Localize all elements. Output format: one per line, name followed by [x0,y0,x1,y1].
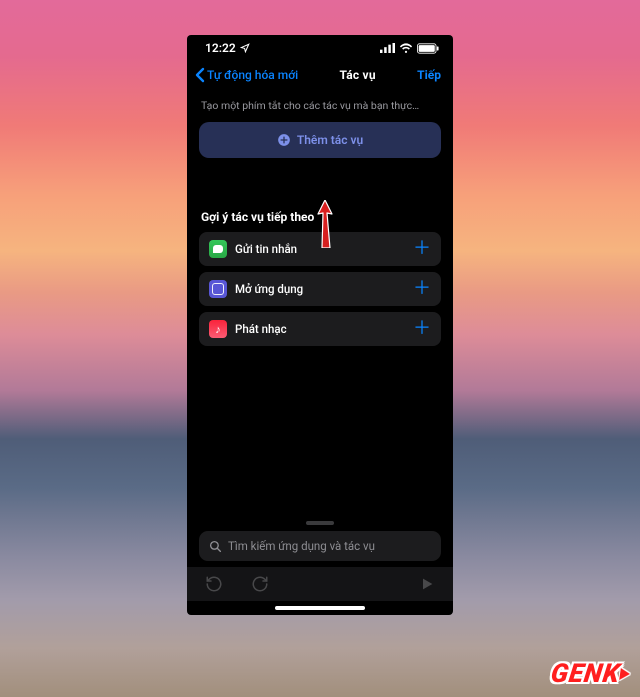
suggestion-item-play-music[interactable]: Phát nhạc ＋ [199,312,441,346]
chevron-left-icon [195,67,205,83]
add-icon: ＋ [413,320,431,338]
plus-circle-icon [277,133,291,147]
search-icon [209,540,222,553]
add-icon: ＋ [413,280,431,298]
undo-icon[interactable] [205,575,223,593]
search-field[interactable] [199,531,441,561]
wifi-icon [399,43,413,53]
music-icon [209,320,227,338]
back-label: Tự động hóa mới [207,68,298,82]
hint-text: Tạo một phím tắt cho các tác vụ mà bạn t… [201,99,441,112]
add-action-label: Thêm tác vụ [297,133,363,147]
status-time: 12:22 [205,41,236,55]
play-icon[interactable] [419,576,435,592]
sheet-grabber[interactable] [306,521,334,525]
next-button[interactable]: Tiếp [417,68,441,82]
battery-icon [417,43,439,54]
home-indicator[interactable] [275,606,365,610]
phone-frame: 12:22 Tự động hóa mới Tác vụ Tiếp Tạo mộ… [187,35,453,615]
watermark: GENK [549,659,632,689]
watermark-text: GENK [549,659,622,689]
add-action-button[interactable]: Thêm tác vụ [199,122,441,158]
nav-title: Tác vụ [340,68,376,82]
messages-icon [209,240,227,258]
bottom-toolbar [187,567,453,601]
location-icon [240,43,250,53]
back-button[interactable]: Tự động hóa mới [195,67,298,83]
suggestions-title: Gợi ý tác vụ tiếp theo [201,210,441,224]
suggestion-label: Gửi tin nhắn [235,242,405,256]
signal-icon [380,43,395,53]
suggestion-label: Mở ứng dụng [235,282,405,296]
redo-icon[interactable] [251,575,269,593]
add-icon: ＋ [413,240,431,258]
suggestion-item-messages[interactable]: Gửi tin nhắn ＋ [199,232,441,266]
shortcuts-icon [209,280,227,298]
search-input[interactable] [228,539,431,553]
watermark-arrow-icon [619,668,631,680]
suggestion-item-open-app[interactable]: Mở ứng dụng ＋ [199,272,441,306]
status-bar: 12:22 [187,35,453,61]
suggestion-label: Phát nhạc [235,322,405,336]
nav-bar: Tự động hóa mới Tác vụ Tiếp [187,61,453,91]
